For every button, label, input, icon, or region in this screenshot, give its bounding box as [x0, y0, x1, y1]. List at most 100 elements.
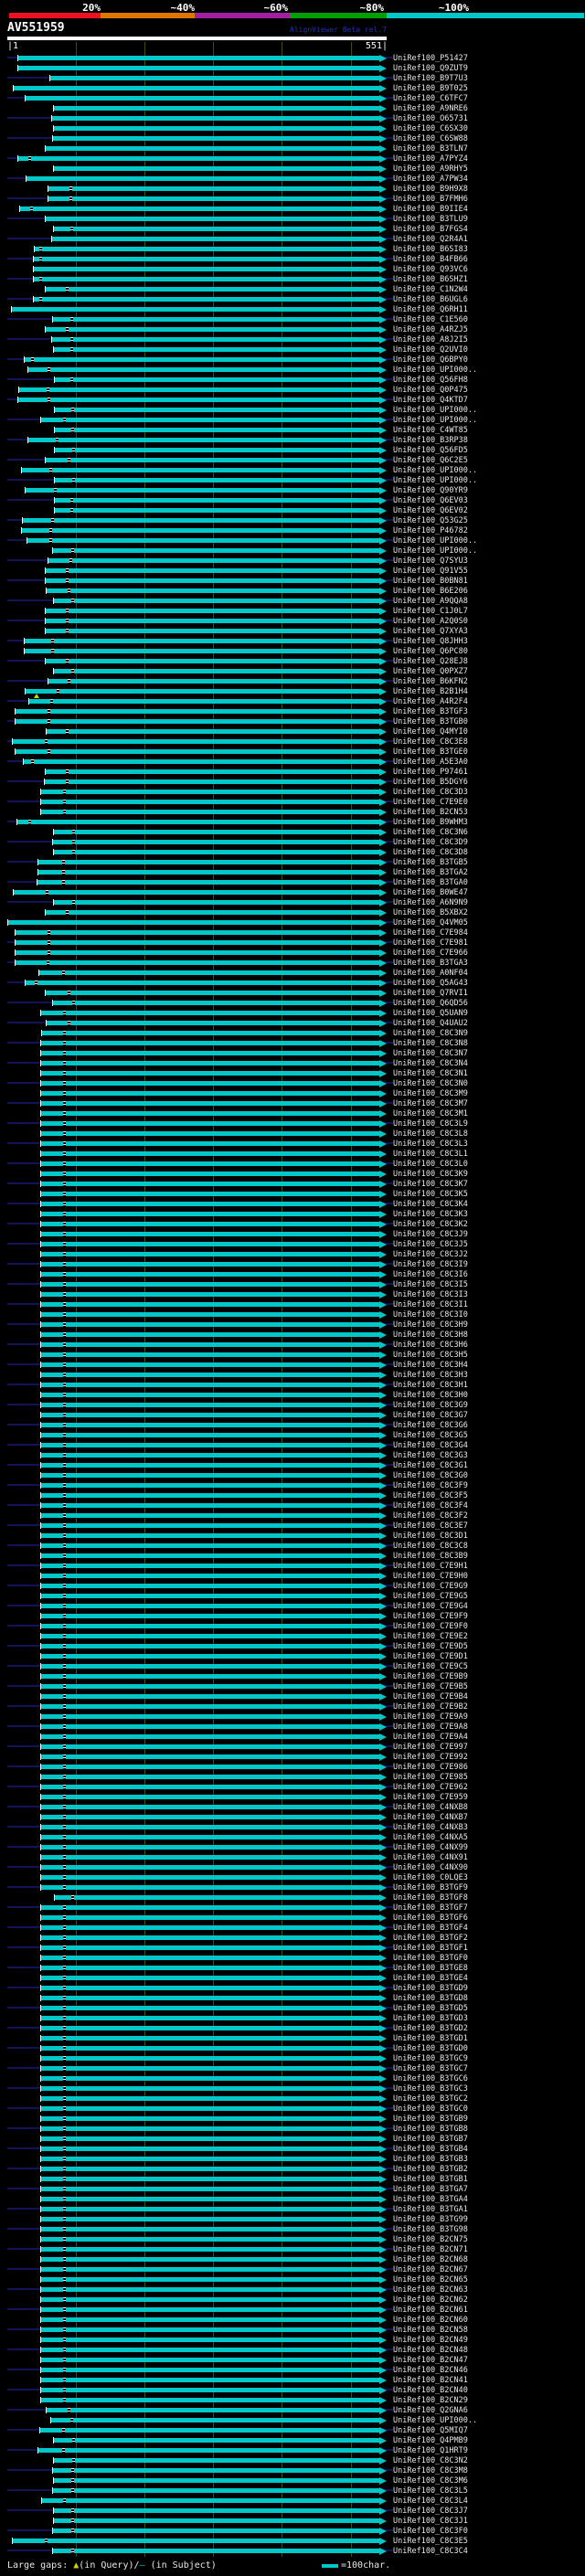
- subject-label[interactable]: UniRef100_B3TGD9: [393, 1984, 468, 1994]
- subject-label[interactable]: UniRef100_B2CN47: [393, 2356, 468, 2366]
- alignment-bar[interactable]: [40, 1212, 379, 1216]
- subject-label[interactable]: UniRef100_C7E9C5: [393, 1662, 468, 1672]
- alignment-bar[interactable]: [40, 2016, 379, 2020]
- subject-label[interactable]: UniRef100_Q2R4A1: [393, 235, 468, 245]
- subject-label[interactable]: UniRef100_UPI000..: [393, 476, 477, 486]
- subject-label[interactable]: UniRef100_A9NRE6: [393, 104, 468, 114]
- alignment-bar[interactable]: [40, 1564, 379, 1568]
- subject-label[interactable]: UniRef100_C7E9G4: [393, 1602, 468, 1612]
- alignment-bar[interactable]: [54, 428, 379, 432]
- subject-label[interactable]: UniRef100_B3TGC2: [393, 2094, 468, 2104]
- subject-label[interactable]: UniRef100_C7E981: [393, 938, 468, 949]
- alignment-bar[interactable]: [40, 1986, 379, 1990]
- alignment-bar[interactable]: [40, 1664, 379, 1669]
- subject-label[interactable]: UniRef100_C1E560: [393, 315, 468, 325]
- subject-label[interactable]: UniRef100_B3RP38: [393, 436, 468, 446]
- alignment-bar[interactable]: [37, 880, 379, 885]
- subject-label[interactable]: UniRef100_Q91V55: [393, 567, 468, 577]
- alignment-bar[interactable]: [21, 528, 379, 533]
- subject-label[interactable]: UniRef100_Q6EV03: [393, 496, 468, 506]
- subject-label[interactable]: UniRef100_B3TGE0: [393, 747, 468, 758]
- subject-label[interactable]: UniRef100_P46782: [393, 526, 468, 536]
- subject-label[interactable]: UniRef100_B3TGE8: [393, 1964, 468, 1974]
- subject-label[interactable]: UniRef100_C8C3I3: [393, 1290, 468, 1300]
- subject-label[interactable]: UniRef100_A6N9N9: [393, 898, 468, 908]
- alignment-bar[interactable]: [53, 1895, 379, 1900]
- alignment-bar[interactable]: [14, 719, 379, 724]
- subject-label[interactable]: UniRef100_B4FB66: [393, 255, 468, 265]
- subject-label[interactable]: UniRef100_C8C3G3: [393, 1451, 468, 1461]
- subject-label[interactable]: UniRef100_C8C3M7: [393, 1099, 468, 1109]
- subject-label[interactable]: UniRef100_C8C3L1: [393, 1150, 468, 1160]
- alignment-bar[interactable]: [48, 679, 379, 684]
- subject-label[interactable]: UniRef100_C8C3H4: [393, 1361, 468, 1371]
- alignment-bar[interactable]: [40, 1061, 379, 1065]
- alignment-bar[interactable]: [40, 2106, 379, 2111]
- alignment-bar[interactable]: [28, 699, 379, 704]
- alignment-bar[interactable]: [40, 1473, 379, 1478]
- subject-label[interactable]: UniRef100_C7E985: [393, 1773, 468, 1783]
- subject-label[interactable]: UniRef100_C8C3M6: [393, 2476, 468, 2486]
- alignment-bar[interactable]: [40, 1744, 379, 1749]
- subject-label[interactable]: UniRef100_Q4MYI0: [393, 727, 468, 737]
- alignment-bar[interactable]: [40, 2257, 379, 2262]
- subject-label[interactable]: UniRef100_C8C3H6: [393, 1341, 468, 1351]
- alignment-bar[interactable]: [40, 1272, 379, 1277]
- alignment-bar[interactable]: [40, 2197, 379, 2201]
- subject-label[interactable]: UniRef100_Q1HRT9: [393, 2446, 468, 2456]
- alignment-bar[interactable]: [40, 1151, 379, 1156]
- subject-label[interactable]: UniRef100_C8C3E8: [393, 737, 468, 747]
- alignment-bar[interactable]: [40, 1574, 379, 1578]
- alignment-bar[interactable]: [27, 367, 379, 372]
- alignment-bar[interactable]: [51, 2488, 379, 2493]
- alignment-bar[interactable]: [40, 2317, 379, 2322]
- alignment-bar[interactable]: [40, 1513, 379, 1518]
- subject-label[interactable]: UniRef100_B6KFN2: [393, 677, 468, 687]
- alignment-bar[interactable]: [40, 2036, 379, 2041]
- subject-label[interactable]: UniRef100_C8C3N2: [393, 2456, 468, 2466]
- subject-label[interactable]: UniRef100_Q28EJ8: [393, 657, 468, 667]
- subject-label[interactable]: UniRef100_B6UGL6: [393, 295, 468, 305]
- subject-label[interactable]: UniRef100_C7E9B5: [393, 1682, 468, 1692]
- alignment-bar[interactable]: [40, 790, 379, 794]
- subject-label[interactable]: UniRef100_C8C3L8: [393, 1129, 468, 1140]
- alignment-bar[interactable]: [24, 357, 379, 362]
- alignment-bar[interactable]: [15, 930, 379, 935]
- subject-label[interactable]: UniRef100_C7E959: [393, 1793, 468, 1803]
- subject-label[interactable]: UniRef100_C8C3K2: [393, 1220, 468, 1230]
- alignment-bar[interactable]: [40, 1765, 379, 1769]
- subject-label[interactable]: UniRef100_C7E9B4: [393, 1692, 468, 1702]
- subject-label[interactable]: UniRef100_C8C3H1: [393, 1381, 468, 1391]
- subject-label[interactable]: UniRef100_B2CN62: [393, 2295, 468, 2306]
- subject-label[interactable]: UniRef100_B3TGD2: [393, 2024, 468, 2034]
- alignment-bar[interactable]: [40, 2237, 379, 2242]
- subject-label[interactable]: UniRef100_B3TLU9: [393, 215, 468, 225]
- alignment-bar[interactable]: [21, 518, 379, 523]
- alignment-bar[interactable]: [40, 2076, 379, 2081]
- alignment-bar[interactable]: [40, 1242, 379, 1246]
- subject-label[interactable]: UniRef100_C8C3F4: [393, 1501, 468, 1511]
- subject-label[interactable]: UniRef100_C7E9D5: [393, 1642, 468, 1652]
- alignment-bar[interactable]: [51, 317, 379, 322]
- subject-label[interactable]: UniRef100_C4NXA5: [393, 1833, 468, 1843]
- alignment-bar[interactable]: [40, 2267, 379, 2272]
- alignment-bar[interactable]: [24, 981, 379, 985]
- subject-label[interactable]: UniRef100_Q53G25: [393, 516, 468, 526]
- alignment-bar[interactable]: [40, 1262, 379, 1267]
- subject-label[interactable]: UniRef100_B2CN49: [393, 2336, 468, 2346]
- subject-label[interactable]: UniRef100_B6SHZ1: [393, 275, 468, 285]
- alignment-bar[interactable]: [24, 689, 379, 694]
- alignment-bar[interactable]: [16, 66, 379, 70]
- alignment-bar[interactable]: [40, 2287, 379, 2292]
- alignment-bar[interactable]: [18, 207, 379, 211]
- subject-label[interactable]: UniRef100_B2CN75: [393, 2235, 468, 2245]
- subject-label[interactable]: UniRef100_C4NX90: [393, 1863, 468, 1873]
- alignment-bar[interactable]: [24, 96, 379, 101]
- alignment-bar[interactable]: [40, 1292, 379, 1297]
- subject-label[interactable]: UniRef100_Q56FH8: [393, 376, 468, 386]
- alignment-bar[interactable]: [40, 1785, 379, 1789]
- alignment-bar[interactable]: [52, 2478, 379, 2483]
- subject-label[interactable]: UniRef100_A4RZJ5: [393, 325, 468, 335]
- subject-label[interactable]: UniRef100_A5E3A0: [393, 758, 468, 768]
- alignment-bar[interactable]: [51, 337, 379, 342]
